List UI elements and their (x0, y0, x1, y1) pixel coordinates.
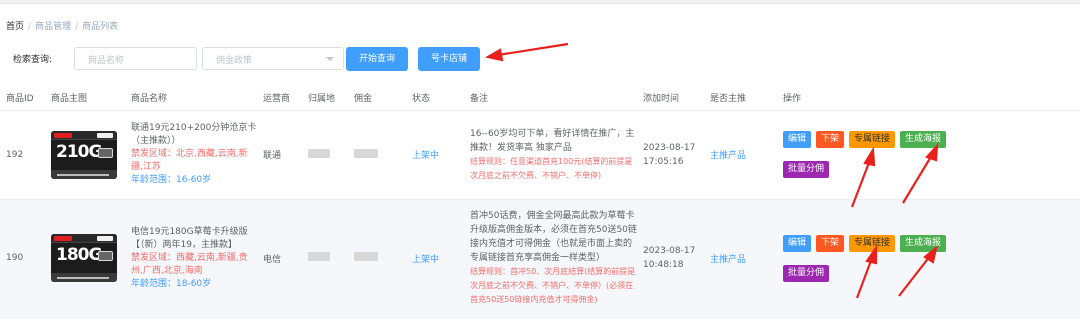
blurred-commission (354, 148, 378, 158)
cell-id: 192 (0, 110, 45, 200)
delist-button[interactable]: 下架 (816, 131, 845, 148)
edit-button[interactable]: 编辑 (783, 234, 812, 252)
sim-card-icon (98, 251, 113, 261)
delist-button[interactable]: 下架 (816, 234, 845, 252)
cell-image: 210G (45, 110, 125, 200)
product-image[interactable]: 210G (51, 130, 117, 179)
header-id: 商品ID (0, 86, 45, 111)
sim-card-icon (98, 147, 113, 158)
header-name: 商品名称 (125, 86, 257, 111)
cell-status: 上架中 (406, 199, 464, 318)
cell-name: 电信19元180G草莓卡升级版【（新）两年19，主推款】 禁发区域：西藏,云南,… (125, 199, 257, 318)
table-row: 192 210G 联通19元210+200分钟沧京卡（主推款）） 禁发区域：北京… (0, 110, 1080, 200)
product-name: 电信19元180G草莓卡升级版【（新）两年19，主推款】 (131, 226, 248, 250)
card-shop-button[interactable]: 号卡店铺 (418, 47, 480, 71)
table-header-row: 商品ID 商品主图 商品名称 运营商 归属地 佣金 状态 备注 添加时间 是否主… (0, 86, 1080, 111)
start-query-button[interactable]: 开始查询 (346, 47, 408, 71)
exclusive-link-button[interactable]: 专属链接 (849, 131, 896, 148)
header-remark: 备注 (464, 86, 637, 111)
cell-added-time: 2023-08-17 10:48:18 (637, 199, 704, 318)
cell-name: 联通19元210+200分钟沧京卡（主推款）） 禁发区域：北京,西藏,云南,新疆… (125, 110, 257, 200)
generate-poster-button[interactable]: 生成海报 (900, 234, 947, 252)
goods-table: 商品ID 商品主图 商品名称 运营商 归属地 佣金 状态 备注 添加时间 是否主… (0, 86, 1080, 318)
generate-poster-button[interactable]: 生成海报 (900, 131, 947, 148)
blurred-location (308, 252, 330, 261)
cell-actions: 编辑 下架 专属链接 生成海报 批量分佣 (777, 110, 1080, 200)
cell-status: 上架中 (406, 110, 464, 200)
status-badge[interactable]: 上架中 (412, 255, 439, 265)
header-commission: 佣金 (348, 86, 406, 111)
breadcrumb-current: 商品列表 (82, 22, 119, 32)
product-name-input[interactable]: 商品名称 (74, 47, 197, 70)
product-name-placeholder: 商品名称 (88, 56, 125, 66)
featured-badge[interactable]: 主推产品 (710, 255, 746, 265)
exclusive-link-button[interactable]: 专属链接 (849, 234, 896, 252)
cell-operator: 联通 (257, 110, 302, 200)
breadcrumb-separator: / (28, 22, 32, 32)
restricted-regions: 禁发区域：北京,西藏,云南,新疆,江苏 (131, 149, 248, 172)
batch-commission-button[interactable]: 批量分佣 (783, 264, 830, 282)
commission-policy-select[interactable]: 佣金政策 (202, 47, 344, 70)
breadcrumb-separator: / (75, 22, 79, 32)
chevron-down-icon (326, 57, 334, 61)
header-status: 状态 (406, 86, 464, 111)
cell-operator: 电信 (257, 199, 302, 318)
cell-actions: 编辑 下架 专属链接 生成海报 批量分佣 (777, 199, 1080, 318)
table-row: 190 180G 电信19元180G草莓卡升级版【（新）两年19，主推款】 禁发… (0, 199, 1080, 318)
blurred-location (308, 148, 330, 158)
cell-location (302, 110, 348, 200)
header-image: 商品主图 (45, 86, 125, 111)
blurred-commission (354, 252, 378, 261)
status-badge[interactable]: 上架中 (412, 151, 439, 161)
cell-featured: 主推产品 (704, 110, 777, 200)
cell-image: 180G (45, 199, 125, 318)
age-range: 年龄范围：16-60岁 (131, 175, 212, 185)
cell-added-time: 2023-08-17 17:05:16 (637, 110, 704, 200)
remark-settlement: 结算规则：首冲50、次月底结算(结算的前提是次月底之前不欠费、不销户、不单停）(… (470, 267, 636, 304)
restricted-regions: 禁发区域：西藏,云南,新疆,贵州,广西,北京,海南 (131, 252, 248, 276)
breadcrumb: 首页 / 商品管理 / 商品列表 (6, 19, 118, 32)
cell-featured: 主推产品 (704, 199, 777, 318)
cell-commission (348, 199, 406, 318)
header-operator: 运营商 (257, 86, 302, 111)
featured-badge[interactable]: 主推产品 (710, 151, 746, 161)
product-image[interactable]: 180G (51, 234, 117, 282)
header-actions: 操作 (777, 86, 1080, 111)
product-name: 联通19元210+200分钟沧京卡（主推款）） (131, 123, 257, 146)
remark-main: 首冲50话费，佣金全网最高此款为草莓卡升级版高佣金版本，必须在首充50送50链接… (470, 211, 637, 263)
batch-commission-button[interactable]: 批量分佣 (783, 161, 830, 178)
age-range: 年龄范围：18-60岁 (131, 278, 212, 289)
header-added-time: 添加时间 (637, 86, 704, 111)
breadcrumb-home[interactable]: 首页 (6, 22, 24, 32)
cell-remark: 首冲50话费，佣金全网最高此款为草莓卡升级版高佣金版本，必须在首充50送50链接… (464, 199, 637, 318)
product-image-gb: 180G (56, 245, 102, 265)
cell-id: 190 (0, 199, 45, 318)
cell-location (302, 199, 348, 318)
breadcrumb-goods-management[interactable]: 商品管理 (35, 22, 71, 32)
search-label: 检索查询: (13, 55, 53, 65)
top-divider (0, 0, 1080, 4)
search-bar: 检索查询: 商品名称 佣金政策 开始查询 号卡店铺 (0, 47, 1080, 71)
cell-remark: 16--60岁均可下单，看好详情在推广，主推款！发货率高 独家产品 结算规则：任… (464, 110, 637, 200)
product-image-gb: 210G (56, 141, 102, 162)
cell-commission (348, 110, 406, 200)
remark-main: 16--60岁均可下单，看好详情在推广，主推款！发货率高 独家产品 (470, 128, 635, 153)
edit-button[interactable]: 编辑 (783, 131, 812, 148)
commission-policy-placeholder: 佣金政策 (216, 56, 253, 66)
header-featured: 是否主推 (704, 86, 777, 111)
remark-settlement: 结算规则：任意渠道首充100元(结算的前提是次月底之前不欠费、不销户、不单停) (470, 156, 633, 180)
header-location: 归属地 (302, 86, 348, 111)
